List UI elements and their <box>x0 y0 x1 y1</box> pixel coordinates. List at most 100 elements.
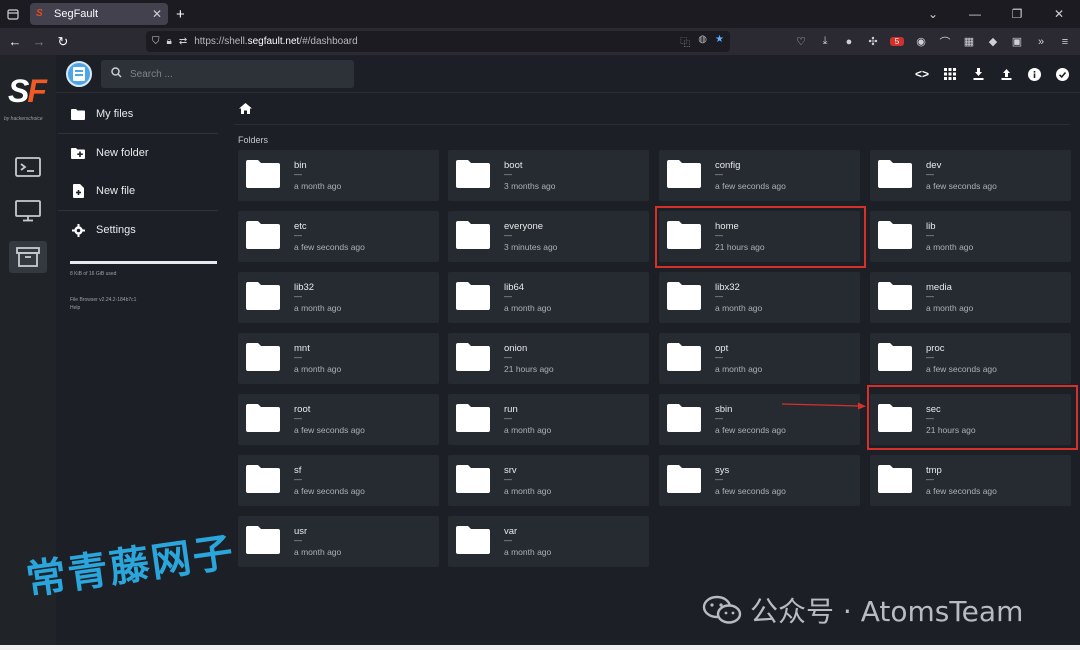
hat-icon[interactable]: ⌒ <box>938 34 952 50</box>
home-icon[interactable] <box>239 103 252 114</box>
folder-modified: a month ago <box>926 242 974 252</box>
folder-item-opt[interactable]: opt — a month ago <box>659 333 860 384</box>
folder-icon <box>878 221 912 249</box>
account-icon[interactable]: ● <box>842 36 856 48</box>
folders-heading: Folders <box>238 135 269 145</box>
folder-item-lib32[interactable]: lib32— a month ago <box>238 272 439 323</box>
sidebar-item-new-folder[interactable]: New folder <box>68 134 218 172</box>
folder-size: — <box>926 170 934 179</box>
folder-size: — <box>926 353 934 362</box>
pocket-icon[interactable]: ♡ <box>794 35 808 48</box>
breadcrumb-divider <box>234 124 1070 125</box>
folder-icon <box>667 465 701 493</box>
minimize-icon[interactable]: — <box>954 0 996 28</box>
notification-badge[interactable]: 5 <box>890 37 904 46</box>
folder-icon <box>456 282 490 310</box>
folder-item-bin[interactable]: bin — a month ago <box>238 150 439 201</box>
back-arrow-icon[interactable]: ← <box>3 34 27 49</box>
capture-icon[interactable]: ▣ <box>1010 35 1024 48</box>
folder-size: — <box>294 292 302 301</box>
terminal-rail-button[interactable] <box>9 151 47 183</box>
select-check-icon[interactable] <box>1054 65 1070 83</box>
folder-icon <box>878 160 912 188</box>
sidebar-item-my-files[interactable]: My files <box>68 95 218 133</box>
folder-item-mnt[interactable]: mnt — a month ago <box>238 333 439 384</box>
restore-icon[interactable]: ❐ <box>996 0 1038 28</box>
download-icon[interactable]: ⤓ <box>818 35 832 48</box>
extensions-toolbar: ♡ ⤓ ● ✣ 5 ◉ ⌒ ▦ ◆ ▣ » ≡ <box>794 31 1072 52</box>
sidebar-item-new-file[interactable]: New file <box>68 172 218 210</box>
folder-size: — <box>926 231 934 240</box>
folder-item-lib64[interactable]: lib64— a month ago <box>448 272 649 323</box>
forward-arrow-icon[interactable]: → <box>27 34 51 49</box>
files-rail-button[interactable] <box>9 241 47 273</box>
folder-modified: a month ago <box>504 547 552 557</box>
folder-icon <box>456 160 490 188</box>
sidebar-item-label: My files <box>96 108 134 120</box>
folder-size: — <box>715 353 723 362</box>
puzzle-icon[interactable]: ✣ <box>866 35 880 48</box>
globe-icon[interactable]: ◍ <box>698 34 707 49</box>
grid-extension-icon[interactable]: ▦ <box>962 35 976 48</box>
annotation-arrow <box>781 402 866 410</box>
folder-size: — <box>504 536 512 545</box>
url-path: /#/dashboard <box>299 36 358 47</box>
folder-item-config[interactable]: config — a few seconds ago <box>659 150 860 201</box>
folder-item-var[interactable]: var — a month ago <box>448 516 649 567</box>
folder-item-run[interactable]: run — a month ago <box>448 394 649 445</box>
folder-item-everyone[interactable]: everyone —3 minutes ago <box>448 211 649 262</box>
folder-size: — <box>715 414 723 423</box>
storage-usage-text: 8 KiB of 16 GiB used <box>70 271 117 277</box>
folder-item-boot[interactable]: boot —3 months ago <box>448 150 649 201</box>
folder-icon <box>68 108 88 120</box>
folder-item-root[interactable]: root — a few seconds ago <box>238 394 439 445</box>
folder-item-dev[interactable]: dev — a few seconds ago <box>870 150 1071 201</box>
folder-size: — <box>504 231 512 240</box>
close-window-icon[interactable]: ✕ <box>1038 0 1080 28</box>
overflow-icon[interactable]: » <box>1034 36 1048 48</box>
desktop-rail-button[interactable] <box>9 195 47 227</box>
tab-list-icon[interactable] <box>0 0 26 28</box>
folder-modified: a few seconds ago <box>926 364 997 374</box>
folder-item-etc[interactable]: etc — a few seconds ago <box>238 211 439 262</box>
extension-icon[interactable]: ◉ <box>914 35 928 48</box>
folder-item-usr[interactable]: usr — a month ago <box>238 516 439 567</box>
menu-icon[interactable]: ≡ <box>1058 36 1072 48</box>
code-icon[interactable]: <> <box>914 65 930 83</box>
folder-item-onion[interactable]: onion —21 hours ago <box>448 333 649 384</box>
folder-item-srv[interactable]: srv — a month ago <box>448 455 649 506</box>
search-input[interactable]: Search ... <box>101 60 354 88</box>
folder-item-media[interactable]: media — a month ago <box>870 272 1071 323</box>
folder-icon <box>878 282 912 310</box>
download-icon[interactable] <box>970 65 986 83</box>
folder-item-sys[interactable]: sys — a few seconds ago <box>659 455 860 506</box>
sidebar-item-settings[interactable]: Settings <box>68 211 218 249</box>
grid-view-icon[interactable] <box>942 65 958 83</box>
translate-icon[interactable]: ⿻ <box>680 34 690 49</box>
folder-item-libx32[interactable]: libx32— a month ago <box>659 272 860 323</box>
browser-tab[interactable]: S SegFault ✕ <box>30 3 168 25</box>
new-tab-icon[interactable]: + <box>176 6 185 23</box>
sf-logo: SF <box>8 73 47 109</box>
folder-item-sf[interactable]: sf — a few seconds ago <box>238 455 439 506</box>
folder-size: — <box>504 292 512 301</box>
folder-item-proc[interactable]: proc — a few seconds ago <box>870 333 1071 384</box>
url-domain: segfault.net <box>247 36 300 47</box>
folder-item-lib[interactable]: lib — a month ago <box>870 211 1071 262</box>
help-link[interactable]: Help <box>70 304 136 312</box>
filebrowser-logo-icon[interactable] <box>66 61 92 87</box>
chevron-down-icon[interactable]: ⌄ <box>912 0 954 28</box>
reload-icon[interactable]: ↻ <box>51 34 75 50</box>
close-tab-icon[interactable]: ✕ <box>152 7 162 21</box>
folder-item-tmp[interactable]: tmp — a few seconds ago <box>870 455 1071 506</box>
folder-size: — <box>294 475 302 484</box>
new-folder-icon <box>68 147 88 159</box>
credits: File Browser v2.24.2-184b7c1 Help <box>70 296 136 312</box>
info-icon[interactable] <box>1026 65 1042 83</box>
diamond-icon[interactable]: ◆ <box>986 35 1000 48</box>
segfault-favicon-icon: S <box>36 8 43 19</box>
folder-modified: a few seconds ago <box>926 181 997 191</box>
bookmark-star-icon[interactable]: ★ <box>715 34 724 49</box>
upload-icon[interactable] <box>998 65 1014 83</box>
address-bar[interactable]: ⛉ 🔒︎ ⇄ https://shell. segfault.net/#/dash… <box>146 31 730 52</box>
